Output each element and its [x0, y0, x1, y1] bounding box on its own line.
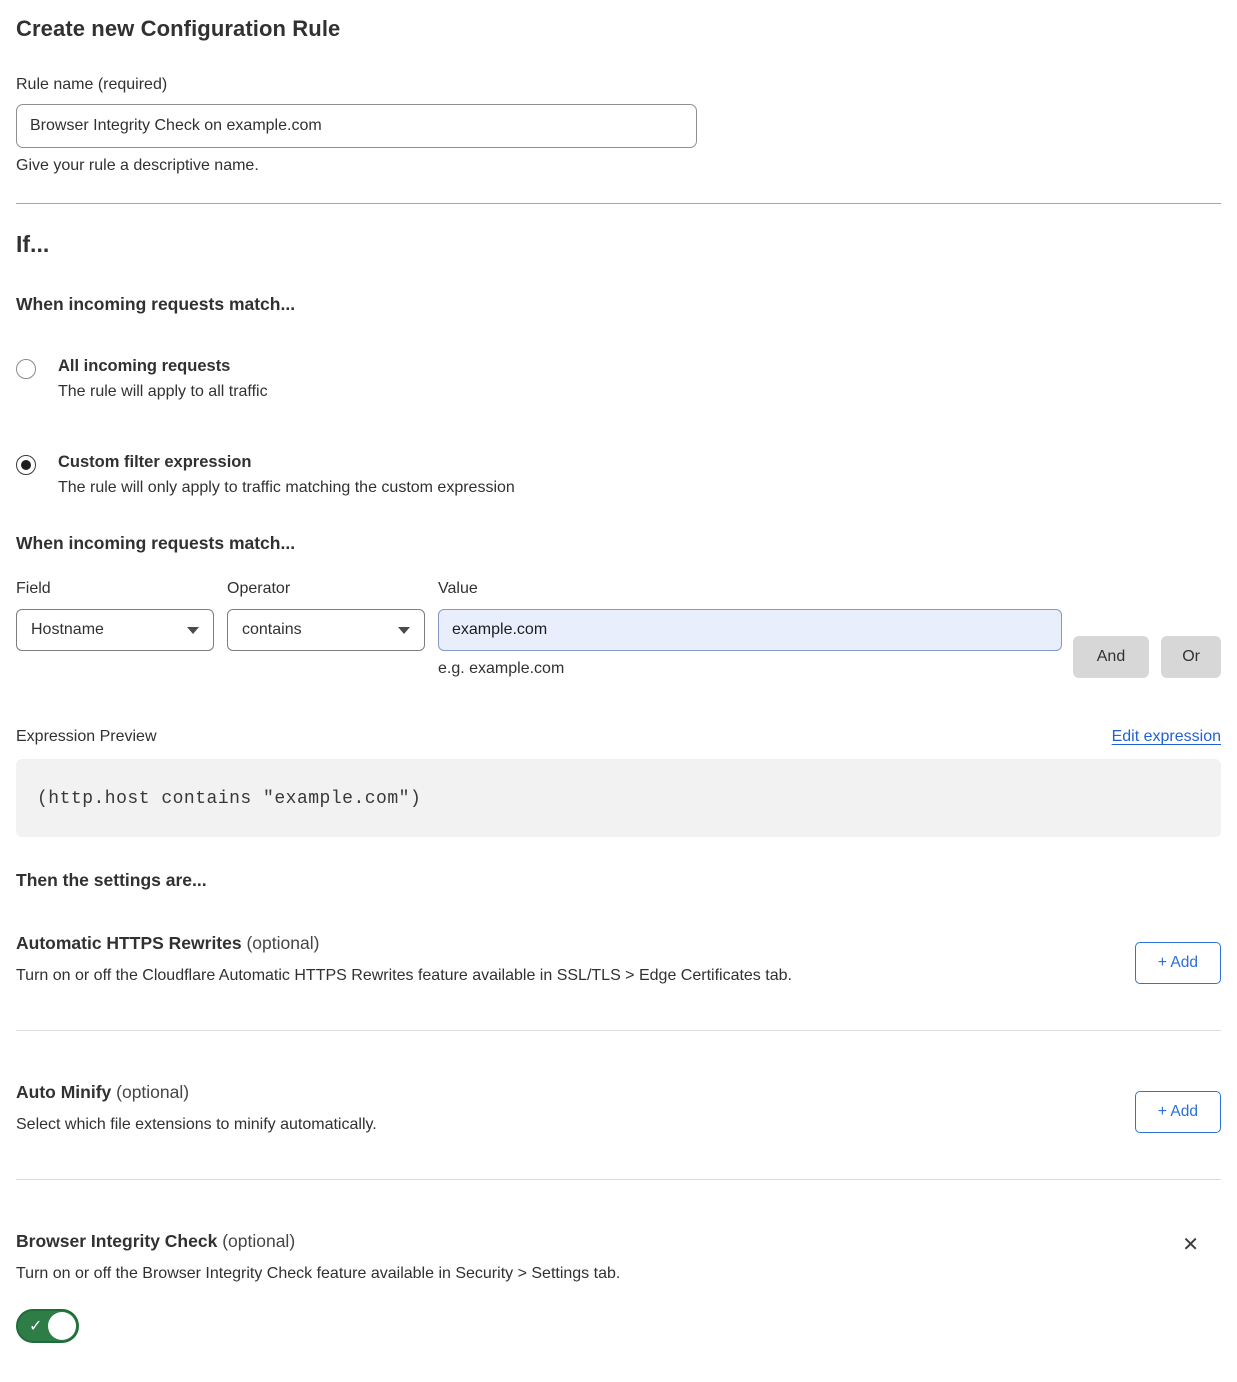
expression-builder-heading: When incoming requests match...: [16, 533, 1221, 554]
check-icon: ✓: [29, 1316, 42, 1336]
setting-optional-tag: (optional): [222, 1231, 295, 1251]
operator-label: Operator: [227, 580, 425, 598]
setting-title: Auto Minify (optional): [16, 1082, 377, 1103]
field-column: Field Hostname: [16, 580, 214, 678]
browser-integrity-check-toggle[interactable]: ✓: [16, 1309, 79, 1343]
radio-option-label: All incoming requests: [58, 357, 268, 376]
setting-description: Turn on or off the Browser Integrity Che…: [16, 1265, 620, 1283]
setting-auto-minify: Auto Minify (optional) Select which file…: [16, 1082, 1221, 1134]
setting-title-text: Browser Integrity Check: [16, 1231, 217, 1251]
setting-title-text: Automatic HTTPS Rewrites: [16, 933, 242, 953]
field-select[interactable]: Hostname: [16, 609, 214, 651]
radio-option-description: The rule will only apply to traffic matc…: [58, 479, 515, 497]
radio-unselected-icon[interactable]: [16, 359, 36, 379]
radio-option-text: All incoming requests The rule will appl…: [58, 357, 268, 401]
rule-name-help: Give your rule a descriptive name.: [16, 157, 1221, 175]
radio-option-text: Custom filter expression The rule will o…: [58, 453, 515, 497]
value-help: e.g. example.com: [438, 660, 1062, 678]
expression-preview-label: Expression Preview: [16, 728, 157, 746]
match-type-heading: When incoming requests match...: [16, 294, 1221, 315]
value-input[interactable]: [438, 609, 1062, 651]
add-automatic-https-rewrites-button[interactable]: + Add: [1135, 942, 1221, 984]
operator-column: Operator contains: [227, 580, 425, 678]
setting-description: Turn on or off the Cloudflare Automatic …: [16, 967, 792, 985]
setting-text: Auto Minify (optional) Select which file…: [16, 1082, 377, 1134]
rule-name-label: Rule name (required): [16, 76, 1221, 94]
page-title: Create new Configuration Rule: [16, 16, 1221, 42]
if-heading: If...: [16, 231, 1221, 258]
expression-builder-row: Field Hostname Operator contains Value e…: [16, 580, 1221, 678]
or-button[interactable]: Or: [1161, 636, 1221, 678]
setting-description: Select which file extensions to minify a…: [16, 1116, 377, 1134]
setting-optional-tag: (optional): [246, 933, 319, 953]
setting-title-text: Auto Minify: [16, 1082, 111, 1102]
setting-optional-tag: (optional): [116, 1082, 189, 1102]
radio-dot: [21, 460, 31, 470]
expression-preview-header: Expression Preview Edit expression: [16, 728, 1221, 746]
chevron-down-icon: [398, 627, 410, 634]
operator-select-value: contains: [242, 621, 302, 639]
close-icon[interactable]: ✕: [1182, 1235, 1199, 1255]
rule-name-group: Rule name (required) Give your rule a de…: [16, 76, 1221, 175]
toggle-knob[interactable]: [48, 1312, 76, 1340]
setting-divider: [16, 1179, 1221, 1180]
radio-option-custom-filter-expression[interactable]: Custom filter expression The rule will o…: [16, 453, 1221, 497]
create-configuration-rule-form: Create new Configuration Rule Rule name …: [0, 0, 1237, 1382]
expression-code-text: (http.host contains "example.com"): [37, 789, 421, 809]
edit-expression-link[interactable]: Edit expression: [1112, 728, 1221, 746]
expression-preview-code: (http.host contains "example.com"): [16, 759, 1221, 837]
section-divider: [16, 203, 1221, 204]
radio-option-label: Custom filter expression: [58, 453, 515, 472]
setting-divider: [16, 1030, 1221, 1031]
field-select-value: Hostname: [31, 621, 104, 639]
chevron-down-icon: [187, 627, 199, 634]
value-label: Value: [438, 580, 1062, 598]
setting-text: Automatic HTTPS Rewrites (optional) Turn…: [16, 933, 792, 985]
and-button[interactable]: And: [1073, 636, 1149, 678]
radio-option-all-incoming-requests[interactable]: All incoming requests The rule will appl…: [16, 357, 1221, 401]
field-label: Field: [16, 580, 214, 598]
settings-heading: Then the settings are...: [16, 870, 1221, 891]
rule-name-input[interactable]: [16, 104, 697, 148]
radio-selected-icon[interactable]: [16, 455, 36, 475]
setting-title: Browser Integrity Check (optional): [16, 1231, 620, 1252]
add-auto-minify-button[interactable]: + Add: [1135, 1091, 1221, 1133]
value-column: Value e.g. example.com: [438, 580, 1062, 678]
radio-option-description: The rule will apply to all traffic: [58, 383, 268, 401]
setting-browser-integrity-check: Browser Integrity Check (optional) Turn …: [16, 1231, 1221, 1343]
operator-select[interactable]: contains: [227, 609, 425, 651]
setting-automatic-https-rewrites: Automatic HTTPS Rewrites (optional) Turn…: [16, 933, 1221, 985]
setting-text: Browser Integrity Check (optional) Turn …: [16, 1231, 620, 1343]
setting-title: Automatic HTTPS Rewrites (optional): [16, 933, 792, 954]
